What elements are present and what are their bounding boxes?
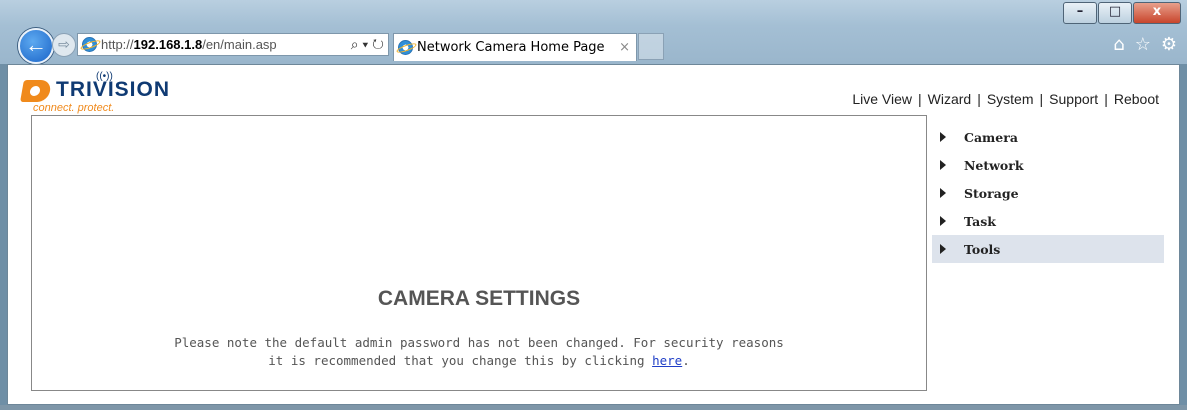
settings-sidebar: Camera Network Storage Task Tools	[932, 123, 1164, 263]
close-window-button[interactable]: x	[1133, 2, 1181, 24]
sidebar-item-network[interactable]: Network	[932, 151, 1164, 179]
triangle-right-icon	[940, 132, 946, 142]
sidebar-item-label: Camera	[964, 129, 1018, 145]
browser-tab[interactable]: Network Camera Home Page ×	[393, 33, 637, 61]
sidebar-item-label: Storage	[964, 185, 1019, 201]
logo-tagline: connect. protect.	[33, 102, 115, 114]
nav-separator: |	[917, 91, 922, 107]
note-line-2: it is recommended that you change this b…	[32, 352, 926, 370]
maximize-button[interactable]: □	[1098, 2, 1132, 24]
back-button[interactable]: ←	[18, 28, 54, 64]
url-protocol: http://	[101, 37, 134, 52]
favorites-star-icon[interactable]: ☆	[1135, 34, 1151, 55]
url-path: /en/main.asp	[202, 37, 277, 52]
triangle-right-icon	[940, 160, 946, 170]
sidebar-item-camera[interactable]: Camera	[932, 123, 1164, 151]
top-navigation: Live View | Wizard | System | Support | …	[852, 91, 1159, 107]
gear-icon[interactable]: ⚙	[1161, 34, 1177, 55]
triangle-right-icon	[940, 244, 946, 254]
note-line-1: Please note the default admin password h…	[174, 335, 784, 350]
nav-wizard[interactable]: Wizard	[928, 91, 972, 107]
sidebar-item-label: Task	[964, 213, 996, 229]
browser-toolbar-icons: ⌂ ☆ ⚙	[1113, 34, 1177, 55]
home-icon[interactable]: ⌂	[1113, 34, 1124, 55]
tab-title: Network Camera Home Page	[417, 40, 605, 55]
password-warning-note: Please note the default admin password h…	[32, 334, 926, 370]
sidebar-item-storage[interactable]: Storage	[932, 179, 1164, 207]
change-password-link[interactable]: here	[652, 353, 682, 368]
note-line-2-suffix: .	[682, 353, 690, 368]
nav-separator: |	[1039, 91, 1044, 107]
eye-logo-icon	[20, 80, 52, 102]
nav-separator: |	[977, 91, 981, 107]
triangle-right-icon	[940, 216, 946, 226]
new-tab-button[interactable]	[638, 33, 664, 60]
sidebar-item-label: Network	[964, 157, 1024, 173]
nav-separator: |	[1104, 91, 1108, 107]
window-bottom-edge	[0, 405, 1187, 410]
trivision-logo: ((•)) TRIVISION connect. protect.	[20, 71, 192, 118]
sidebar-item-task[interactable]: Task	[932, 207, 1164, 235]
nav-system[interactable]: System	[987, 91, 1034, 107]
camera-settings-panel: CAMERA SETTINGS Please note the default …	[31, 115, 927, 391]
back-arrow-icon: ←	[25, 32, 47, 57]
ie-tab-icon	[398, 40, 413, 55]
sidebar-item-label: Tools	[964, 241, 1001, 257]
nav-live-view[interactable]: Live View	[852, 91, 912, 107]
triangle-right-icon	[940, 188, 946, 198]
tab-close-icon[interactable]: ×	[619, 40, 630, 55]
address-search-refresh-icons[interactable]: ⌕ ▾ ↻	[351, 36, 384, 53]
note-line-2-prefix: it is recommended that you change this b…	[268, 353, 653, 368]
nav-support[interactable]: Support	[1049, 91, 1098, 107]
minimize-button[interactable]: –	[1063, 2, 1097, 24]
sidebar-item-tools[interactable]: Tools	[932, 235, 1164, 263]
panel-title: CAMERA SETTINGS	[377, 287, 581, 310]
url-host: 192.168.1.8	[133, 37, 203, 52]
forward-button[interactable]: ⇨	[52, 33, 76, 57]
window-controls: – □ x	[1062, 2, 1181, 24]
ie-page-icon	[82, 37, 97, 52]
logo-wordmark: TRIVISION	[56, 78, 171, 101]
forward-arrow-icon: ⇨	[58, 36, 70, 52]
nav-reboot[interactable]: Reboot	[1114, 91, 1159, 107]
address-bar[interactable]: http://192.168.1.8/en/main.asp ⌕ ▾ ↻	[77, 33, 389, 56]
